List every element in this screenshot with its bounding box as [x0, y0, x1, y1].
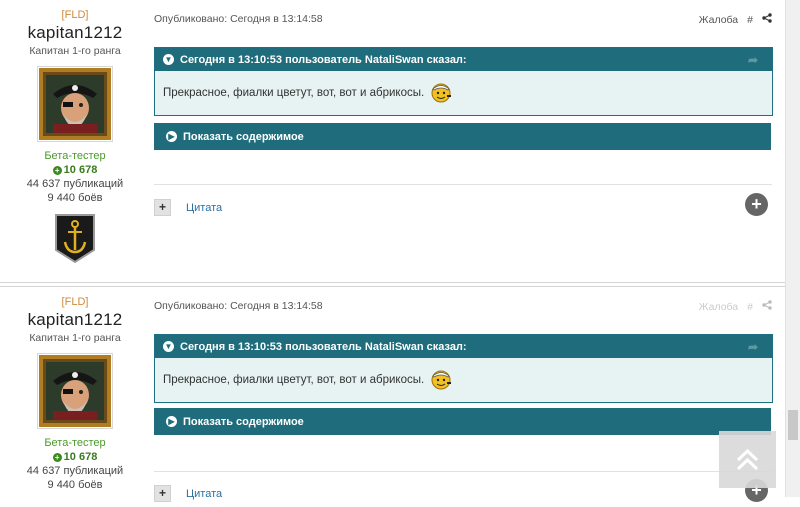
quote-body: Прекрасное, фиалки цветут, вот, вот и аб…: [155, 71, 772, 115]
reputation: +10 678: [0, 451, 150, 463]
quote-header-text: Сегодня в 13:10:53 пользователь NataliSw…: [180, 53, 467, 66]
page-scrollbar[interactable]: [785, 0, 800, 497]
report-link[interactable]: Жалоба: [699, 301, 738, 313]
avatar[interactable]: [37, 66, 113, 142]
scroll-to-top-button[interactable]: [719, 431, 776, 488]
sailor-smiley-icon: [430, 368, 452, 393]
quote-header-text: Сегодня в 13:10:53 пользователь NataliSw…: [180, 340, 467, 353]
published-date: Опубликовано: Сегодня в 13:14:58: [154, 300, 323, 312]
share-arrow-icon[interactable]: ➦: [748, 53, 758, 67]
author-panel: [FLD] kapitan1212 Капитан 1-го ранга Бет…: [0, 0, 150, 267]
user-rank: Капитан 1-го ранга: [29, 45, 121, 57]
share-icon[interactable]: [762, 300, 772, 313]
report-link[interactable]: Жалоба: [699, 14, 738, 26]
battles-count: 9 440 боёв: [47, 192, 103, 204]
user-group: Бета-тестер: [44, 150, 106, 162]
sailor-smiley-icon: [430, 81, 452, 106]
quote-block: ▼ Сегодня в 13:10:53 пользователь Natali…: [154, 334, 773, 403]
battles-count: 9 440 боёв: [47, 479, 103, 491]
anchor-badge-icon: [53, 212, 97, 267]
avatar[interactable]: [37, 353, 113, 429]
double-chevron-up-icon: [736, 448, 759, 471]
chevron-down-icon: ▼: [163, 54, 174, 65]
publications-count: 44 637 публикаций: [26, 178, 124, 190]
spoiler-toggle[interactable]: ▶ Показать содержимое: [154, 408, 771, 435]
post-2: [FLD] kapitan1212 Капитан 1-го ранга Бет…: [0, 286, 786, 502]
plus-circle-icon: +: [52, 453, 62, 462]
post-actions: Жалоба #: [699, 13, 772, 26]
username[interactable]: kapitan1212: [0, 23, 150, 43]
reputation-value: 10 678: [63, 164, 98, 176]
clan-tag[interactable]: [FLD]: [0, 296, 150, 308]
scrollbar-thumb[interactable]: [788, 410, 798, 440]
quote-block: ▼ Сегодня в 13:10:53 пользователь Natali…: [154, 47, 773, 116]
quote-text: Прекрасное, фиалки цветут, вот, вот и аб…: [163, 87, 425, 99]
divider: [154, 184, 772, 185]
spoiler-toggle[interactable]: ▶ Показать содержимое: [154, 123, 771, 150]
user-group: Бета-тестер: [44, 437, 106, 449]
author-panel: [FLD] kapitan1212 Капитан 1-го ранга Бет…: [0, 287, 150, 491]
cite-link[interactable]: Цитата: [186, 488, 222, 500]
spoiler-label: Показать содержимое: [183, 130, 304, 143]
reputation-value: 10 678: [63, 451, 98, 463]
quote-header[interactable]: ▼ Сегодня в 13:10:53 пользователь Natali…: [155, 48, 772, 71]
permalink-link[interactable]: #: [747, 14, 753, 26]
chevron-right-icon: ▶: [166, 416, 177, 427]
plus-circle-icon: +: [52, 166, 62, 175]
share-icon[interactable]: [762, 13, 772, 26]
permalink-link[interactable]: #: [747, 301, 753, 313]
cite-link[interactable]: Цитата: [186, 202, 222, 214]
add-reputation-button[interactable]: +: [745, 193, 768, 216]
clan-tag[interactable]: [FLD]: [0, 9, 150, 21]
published-date: Опубликовано: Сегодня в 13:14:58: [154, 13, 323, 25]
username[interactable]: kapitan1212: [0, 310, 150, 330]
post-footer: + Цитата +: [154, 479, 772, 507]
reputation: +10 678: [0, 164, 150, 176]
spoiler-label: Показать содержимое: [183, 415, 304, 428]
publications-count: 44 637 публикаций: [26, 465, 124, 477]
share-arrow-icon[interactable]: ➦: [748, 340, 758, 354]
quote-text: Прекрасное, фиалки цветут, вот, вот и аб…: [163, 374, 425, 386]
chevron-right-icon: ▶: [166, 131, 177, 142]
quote-header[interactable]: ▼ Сегодня в 13:10:53 пользователь Natali…: [155, 335, 772, 358]
user-rank: Капитан 1-го ранга: [29, 332, 121, 344]
multiquote-button[interactable]: +: [154, 485, 171, 502]
post-actions: Жалоба #: [699, 300, 772, 313]
post-1: [FLD] kapitan1212 Капитан 1-го ранга Бет…: [0, 0, 786, 283]
quote-body: Прекрасное, фиалки цветут, вот, вот и аб…: [155, 358, 772, 402]
chevron-down-icon: ▼: [163, 341, 174, 352]
multiquote-button[interactable]: +: [154, 199, 171, 216]
post-footer: + Цитата +: [154, 193, 772, 221]
divider: [154, 471, 772, 472]
